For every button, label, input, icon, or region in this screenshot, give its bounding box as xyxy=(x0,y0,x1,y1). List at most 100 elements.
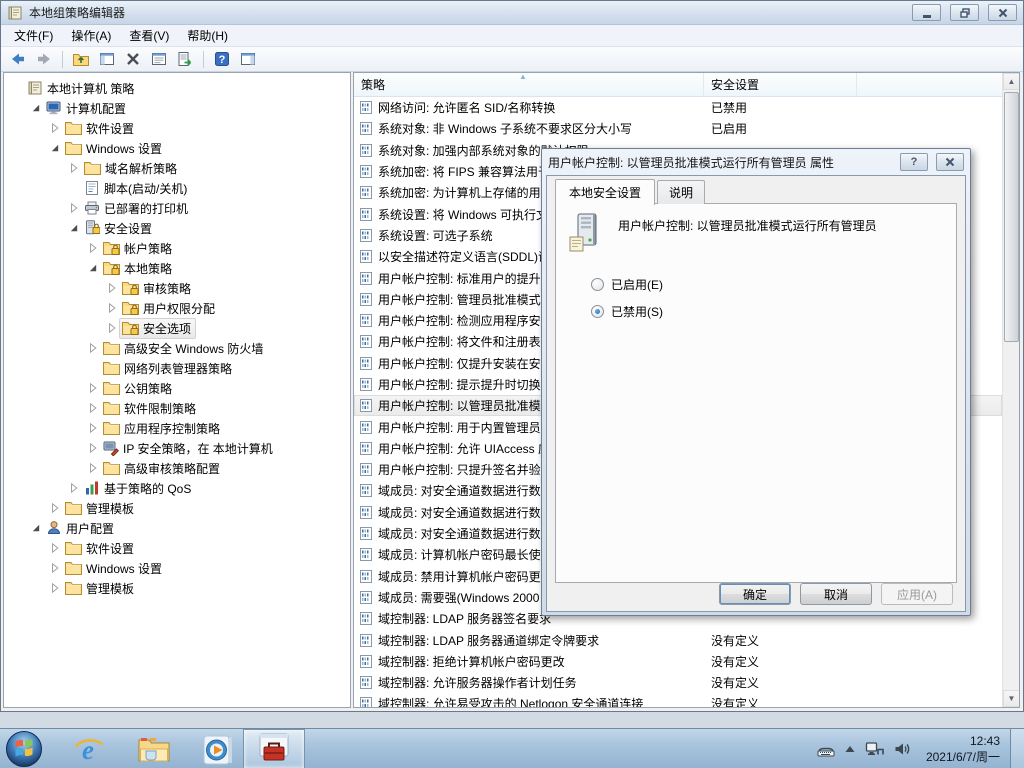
tree-node[interactable]: 用户权限分配 xyxy=(119,298,220,319)
menu-help[interactable]: 帮助(H) xyxy=(178,25,237,46)
tree-node[interactable]: 计算机配置 xyxy=(43,98,131,119)
policy-row[interactable]: 域控制器: 允许易受攻击的 Netlogon 安全通道连接没有定义 xyxy=(354,693,1002,707)
tree-item[interactable]: 帐户策略 xyxy=(4,238,350,258)
tree-item[interactable]: 管理模板 xyxy=(4,498,350,518)
dialog-titlebar[interactable]: 用户帐户控制: 以管理员批准模式运行所有管理员 属性 ? xyxy=(546,149,966,175)
gpedit-taskbar-button[interactable] xyxy=(243,729,305,768)
tree-node[interactable]: 网络列表管理器策略 xyxy=(100,358,237,379)
tree-node[interactable]: 帐户策略 xyxy=(100,238,177,259)
collapsed-expander-icon[interactable] xyxy=(86,243,100,253)
tree-item[interactable]: 管理模板 xyxy=(4,578,350,598)
tree-item[interactable]: 用户权限分配 xyxy=(4,298,350,318)
show-desktop-button[interactable] xyxy=(1010,729,1024,768)
collapsed-expander-icon[interactable] xyxy=(105,323,119,333)
collapsed-expander-icon[interactable] xyxy=(105,283,119,293)
tree-node[interactable]: 已部署的打印机 xyxy=(81,198,193,219)
dialog-help-button[interactable]: ? xyxy=(900,153,928,171)
collapsed-expander-icon[interactable] xyxy=(86,343,100,353)
tree-item[interactable]: 公钥策略 xyxy=(4,378,350,398)
tree-node[interactable]: IP 安全策略，在 本地计算机 xyxy=(100,438,278,459)
tree-item[interactable]: 基于策略的 QoS xyxy=(4,478,350,498)
tree-node[interactable]: Windows 设置 xyxy=(62,558,167,579)
tab-local-security-setting[interactable]: 本地安全设置 xyxy=(555,179,655,205)
back-button[interactable] xyxy=(6,49,30,70)
close-button[interactable] xyxy=(988,4,1017,21)
export-list-button[interactable] xyxy=(173,49,197,70)
collapsed-expander-icon[interactable] xyxy=(48,503,62,513)
tree-node[interactable]: 高级审核策略配置 xyxy=(100,458,225,479)
tree-item[interactable]: 审核策略 xyxy=(4,278,350,298)
disabled-radio[interactable] xyxy=(591,305,604,318)
scrollbar-thumb[interactable] xyxy=(1004,92,1019,342)
collapsed-expander-icon[interactable] xyxy=(86,423,100,433)
collapsed-expander-icon[interactable] xyxy=(67,483,81,493)
tree-node[interactable]: 软件设置 xyxy=(62,118,139,139)
tree-item[interactable]: 本地策略 xyxy=(4,258,350,278)
tree-item[interactable]: 软件设置 xyxy=(4,538,350,558)
tree-node[interactable]: 管理模板 xyxy=(62,498,139,519)
cancel-button[interactable]: 取消 xyxy=(800,583,872,605)
taskbar-clock[interactable]: 12:43 2021/6/7/周一 xyxy=(920,733,1000,765)
tree-node-selected[interactable]: 安全选项 xyxy=(119,318,196,339)
tree-item[interactable]: 脚本(启动/关机) xyxy=(4,178,350,198)
column-header-policy[interactable]: 策略 ▲ xyxy=(354,73,704,96)
list-scrollbar[interactable]: ▲ ▼ xyxy=(1002,73,1019,707)
tree-item[interactable]: 应用程序控制策略 xyxy=(4,418,350,438)
media-player-taskbar-button[interactable] xyxy=(201,733,235,767)
tab-explain[interactable]: 说明 xyxy=(657,180,705,204)
tree-node[interactable]: 软件限制策略 xyxy=(100,398,201,419)
collapsed-expander-icon[interactable] xyxy=(48,563,62,573)
collapsed-expander-icon[interactable] xyxy=(105,303,119,313)
tree-node[interactable]: 公钥策略 xyxy=(100,378,177,399)
policy-row[interactable]: 网络访问: 允许匿名 SID/名称转换已禁用 xyxy=(354,97,1002,118)
collapsed-expander-icon[interactable] xyxy=(67,163,81,173)
collapsed-expander-icon[interactable] xyxy=(48,543,62,553)
properties-button[interactable] xyxy=(147,49,171,70)
dialog-close-button[interactable] xyxy=(936,153,964,171)
enabled-radio-row[interactable]: 已启用(E) xyxy=(591,276,663,293)
menu-action[interactable]: 操作(A) xyxy=(62,25,120,46)
policy-row[interactable]: 域控制器: 拒绝计算机帐户密码更改没有定义 xyxy=(354,651,1002,672)
tree-node[interactable]: 脚本(启动/关机) xyxy=(81,178,192,199)
show-hidden-icons-chevron[interactable] xyxy=(844,744,856,754)
tree-item[interactable]: Windows 设置 xyxy=(4,558,350,578)
tree-item[interactable]: 已部署的打印机 xyxy=(4,198,350,218)
tree-node[interactable]: 管理模板 xyxy=(62,578,139,599)
collapsed-expander-icon[interactable] xyxy=(86,403,100,413)
tree-item[interactable]: 计算机配置 xyxy=(4,98,350,118)
tree-item[interactable]: 高级审核策略配置 xyxy=(4,458,350,478)
explorer-taskbar-button[interactable] xyxy=(137,733,171,767)
tree-node[interactable]: 本地策略 xyxy=(100,258,177,279)
tree-item[interactable]: 软件限制策略 xyxy=(4,398,350,418)
tree-item[interactable]: 高级安全 Windows 防火墙 xyxy=(4,338,350,358)
tree-item[interactable]: Windows 设置 xyxy=(4,138,350,158)
expanded-expander-icon[interactable] xyxy=(29,523,43,533)
collapsed-expander-icon[interactable] xyxy=(86,383,100,393)
keyboard-icon[interactable] xyxy=(817,742,835,757)
ok-button[interactable]: 确定 xyxy=(719,583,791,605)
network-icon[interactable] xyxy=(865,741,885,757)
tree-node[interactable]: 软件设置 xyxy=(62,538,139,559)
collapsed-expander-icon[interactable] xyxy=(67,203,81,213)
tree-item[interactable]: 用户配置 xyxy=(4,518,350,538)
enabled-radio[interactable] xyxy=(591,278,604,291)
tree-item[interactable]: 域名解析策略 xyxy=(4,158,350,178)
tree-node[interactable]: 安全设置 xyxy=(81,218,157,239)
ie-taskbar-button[interactable]: e xyxy=(72,733,106,767)
policy-row[interactable]: 域控制器: LDAP 服务器通道绑定令牌要求没有定义 xyxy=(354,629,1002,650)
scroll-down-button[interactable]: ▼ xyxy=(1003,690,1020,707)
tree-node[interactable]: 审核策略 xyxy=(119,278,196,299)
tree-item[interactable]: 本地计算机 策略 xyxy=(4,78,350,98)
start-button[interactable] xyxy=(5,730,43,768)
volume-icon[interactable] xyxy=(894,741,911,757)
policy-row[interactable]: 系统对象: 非 Windows 子系统不要求区分大小写已启用 xyxy=(354,118,1002,139)
window-titlebar[interactable]: 本地组策略编辑器 xyxy=(1,1,1023,25)
menu-view[interactable]: 查看(V) xyxy=(120,25,178,46)
collapsed-expander-icon[interactable] xyxy=(86,443,100,453)
disabled-radio-row[interactable]: 已禁用(S) xyxy=(591,303,663,320)
expanded-expander-icon[interactable] xyxy=(29,103,43,113)
up-one-level-button[interactable] xyxy=(69,49,93,70)
tree-item[interactable]: 安全选项 xyxy=(4,318,350,338)
menu-file[interactable]: 文件(F) xyxy=(5,25,62,46)
restore-button[interactable] xyxy=(950,4,979,21)
